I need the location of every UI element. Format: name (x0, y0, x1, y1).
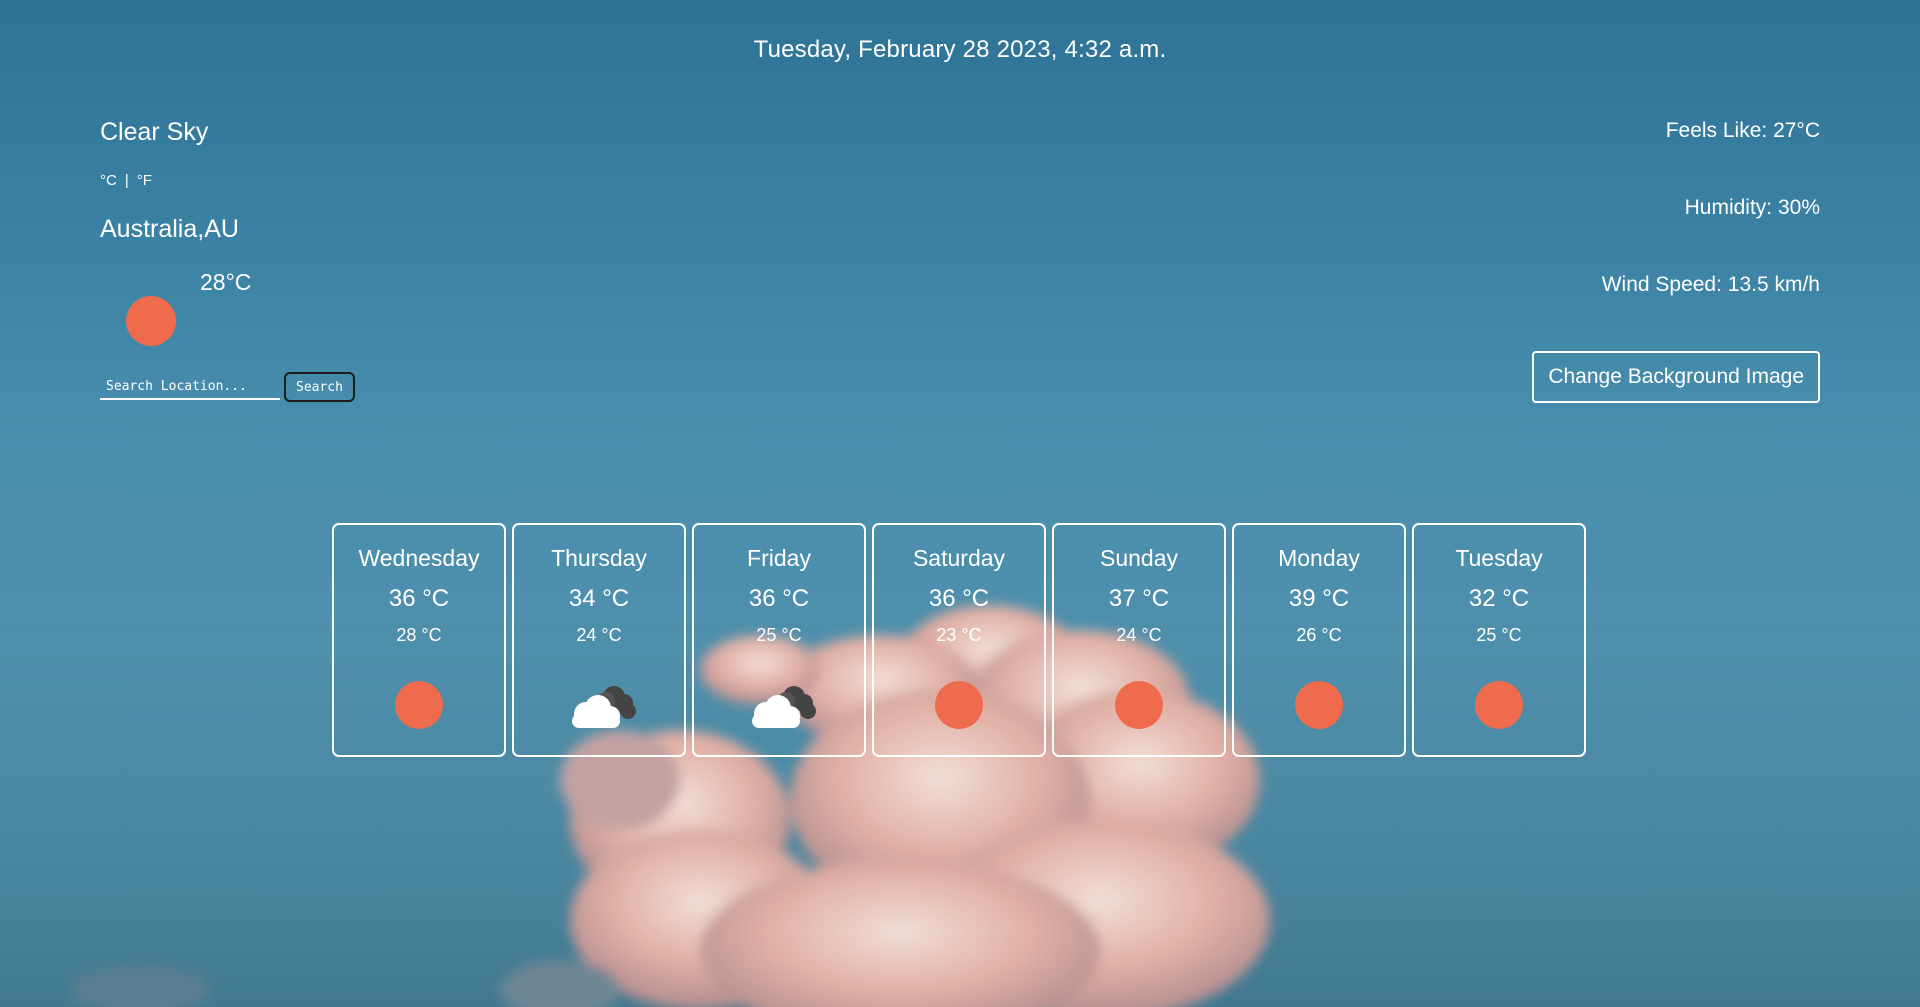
forecast-card: Tuesday 32 °C 25 °C (1412, 523, 1586, 757)
forecast-low: 23 °C (936, 625, 982, 645)
forecast-high: 32 °C (1468, 585, 1530, 612)
forecast-card: Thursday 34 °C 24 °C (512, 523, 686, 757)
forecast-low: 24 °C (1116, 625, 1162, 645)
forecast-card: Sunday 37 °C 24 °C (1052, 523, 1226, 757)
forecast-day: Monday (1278, 545, 1360, 571)
current-temperature: 28°C (200, 269, 252, 295)
search-input[interactable] (100, 374, 280, 400)
forecast-day: Thursday (551, 545, 647, 571)
sun-icon (1115, 681, 1163, 729)
forecast-low: 24 °C (576, 625, 622, 645)
humidity: Humidity: 30% (1684, 196, 1820, 219)
sun-icon (935, 681, 983, 729)
sun-icon (1475, 681, 1523, 729)
search-button[interactable]: Search (284, 372, 355, 402)
forecast-day: Tuesday (1455, 545, 1543, 571)
sun-icon (126, 296, 176, 346)
date-time: Tuesday, February 28 2023, 4:32 a.m. (753, 36, 1167, 63)
forecast-card: Wednesday 36 °C 28 °C (332, 523, 506, 757)
forecast-high: 39 °C (1288, 585, 1350, 612)
forecast-list: Wednesday 36 °C 28 °C Thursday 34 °C 24 … (332, 523, 1586, 757)
celsius-toggle[interactable]: °C (100, 172, 117, 189)
forecast-high: 37 °C (1108, 585, 1170, 612)
forecast-card: Friday 36 °C 25 °C (692, 523, 866, 757)
location-name: Australia,AU (100, 215, 239, 243)
feels-like: Feels Like: 27°C (1665, 119, 1820, 142)
partly-cloudy-icon (572, 686, 636, 728)
forecast-low: 28 °C (396, 625, 442, 645)
forecast-card: Saturday 36 °C 23 °C (872, 523, 1046, 757)
forecast-day: Wednesday (358, 545, 480, 571)
background-cloud-image (70, 605, 1270, 1007)
unit-separator: | (124, 172, 129, 189)
forecast-high: 36 °C (388, 585, 450, 612)
forecast-high: 36 °C (748, 585, 810, 612)
forecast-card: Monday 39 °C 26 °C (1232, 523, 1406, 757)
sun-icon (1295, 681, 1343, 729)
wind-speed: Wind Speed: 13.5 km/h (1601, 273, 1820, 296)
forecast-low: 25 °C (756, 625, 802, 645)
sun-icon (395, 681, 443, 729)
unit-toggle: °C | °F (100, 172, 152, 189)
forecast-day: Saturday (912, 545, 1006, 571)
forecast-low: 26 °C (1296, 625, 1342, 645)
search-bar: Search (100, 372, 355, 402)
change-background-button[interactable]: Change Background Image (1532, 351, 1820, 403)
forecast-day: Friday (747, 545, 811, 571)
forecast-day: Sunday (1099, 545, 1178, 571)
weather-condition: Clear Sky (100, 118, 209, 146)
partly-cloudy-icon (752, 686, 816, 728)
forecast-high: 36 °C (928, 585, 990, 612)
fahrenheit-toggle[interactable]: °F (137, 172, 152, 189)
forecast-high: 34 °C (568, 585, 630, 612)
forecast-low: 25 °C (1476, 625, 1522, 645)
